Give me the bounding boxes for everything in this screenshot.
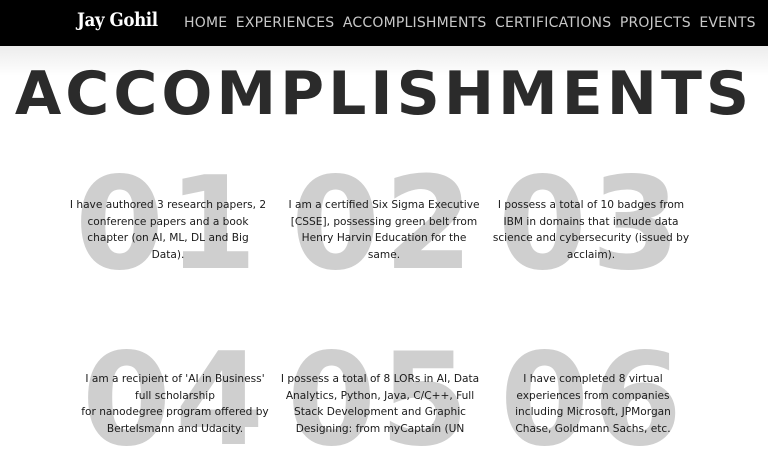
card-text: I possess a total of 10 badges from IBM …	[492, 199, 690, 261]
nav-link-events[interactable]: EVENTS	[699, 15, 755, 31]
page-title: ACCOMPLISHMENTS	[14, 59, 754, 129]
nav-link-accomplishments[interactable]: ACCOMPLISHMENTS	[343, 15, 487, 31]
card-text: I have completed 8 virtual experiences f…	[515, 373, 671, 435]
nav-link-home[interactable]: HOME	[184, 15, 227, 31]
accomplishment-card: 02 I am a certified Six Sigma Executive …	[284, 161, 484, 300]
nav-link-projects[interactable]: PROJECTS	[620, 15, 691, 31]
brand-logo[interactable]: Jay Gohil	[77, 9, 158, 31]
top-navbar: Jay Gohil HOME EXPERIENCES ACCOMPLISHMEN…	[0, 0, 768, 46]
accomplishment-card: 05 I possess a total of 8 LORs in AI, Da…	[280, 337, 480, 476]
accomplishment-card: 01 I have authored 3 research papers, 2 …	[68, 161, 268, 300]
accomplishment-card: 06 I have completed 8 virtual experience…	[493, 337, 693, 476]
accomplishment-card: 03 I possess a total of 10 badges from I…	[491, 161, 691, 300]
nav-link-certifications[interactable]: CERTIFICATIONS	[495, 15, 611, 31]
nav-menu: HOME EXPERIENCES ACCOMPLISHMENTS CERTIFI…	[184, 15, 764, 31]
nav-link-experiences[interactable]: EXPERIENCES	[236, 15, 335, 31]
card-text: I possess a total of 8 LORs in AI, Data …	[280, 373, 480, 435]
accomplishment-card: 04 I am a recipient of 'AI in Business' …	[75, 337, 275, 476]
card-text: I am a certified Six Sigma Executive [CS…	[288, 199, 480, 261]
card-text: I am a recipient of 'AI in Business' ful…	[81, 373, 269, 435]
card-text: I have authored 3 research papers, 2 con…	[69, 199, 267, 261]
